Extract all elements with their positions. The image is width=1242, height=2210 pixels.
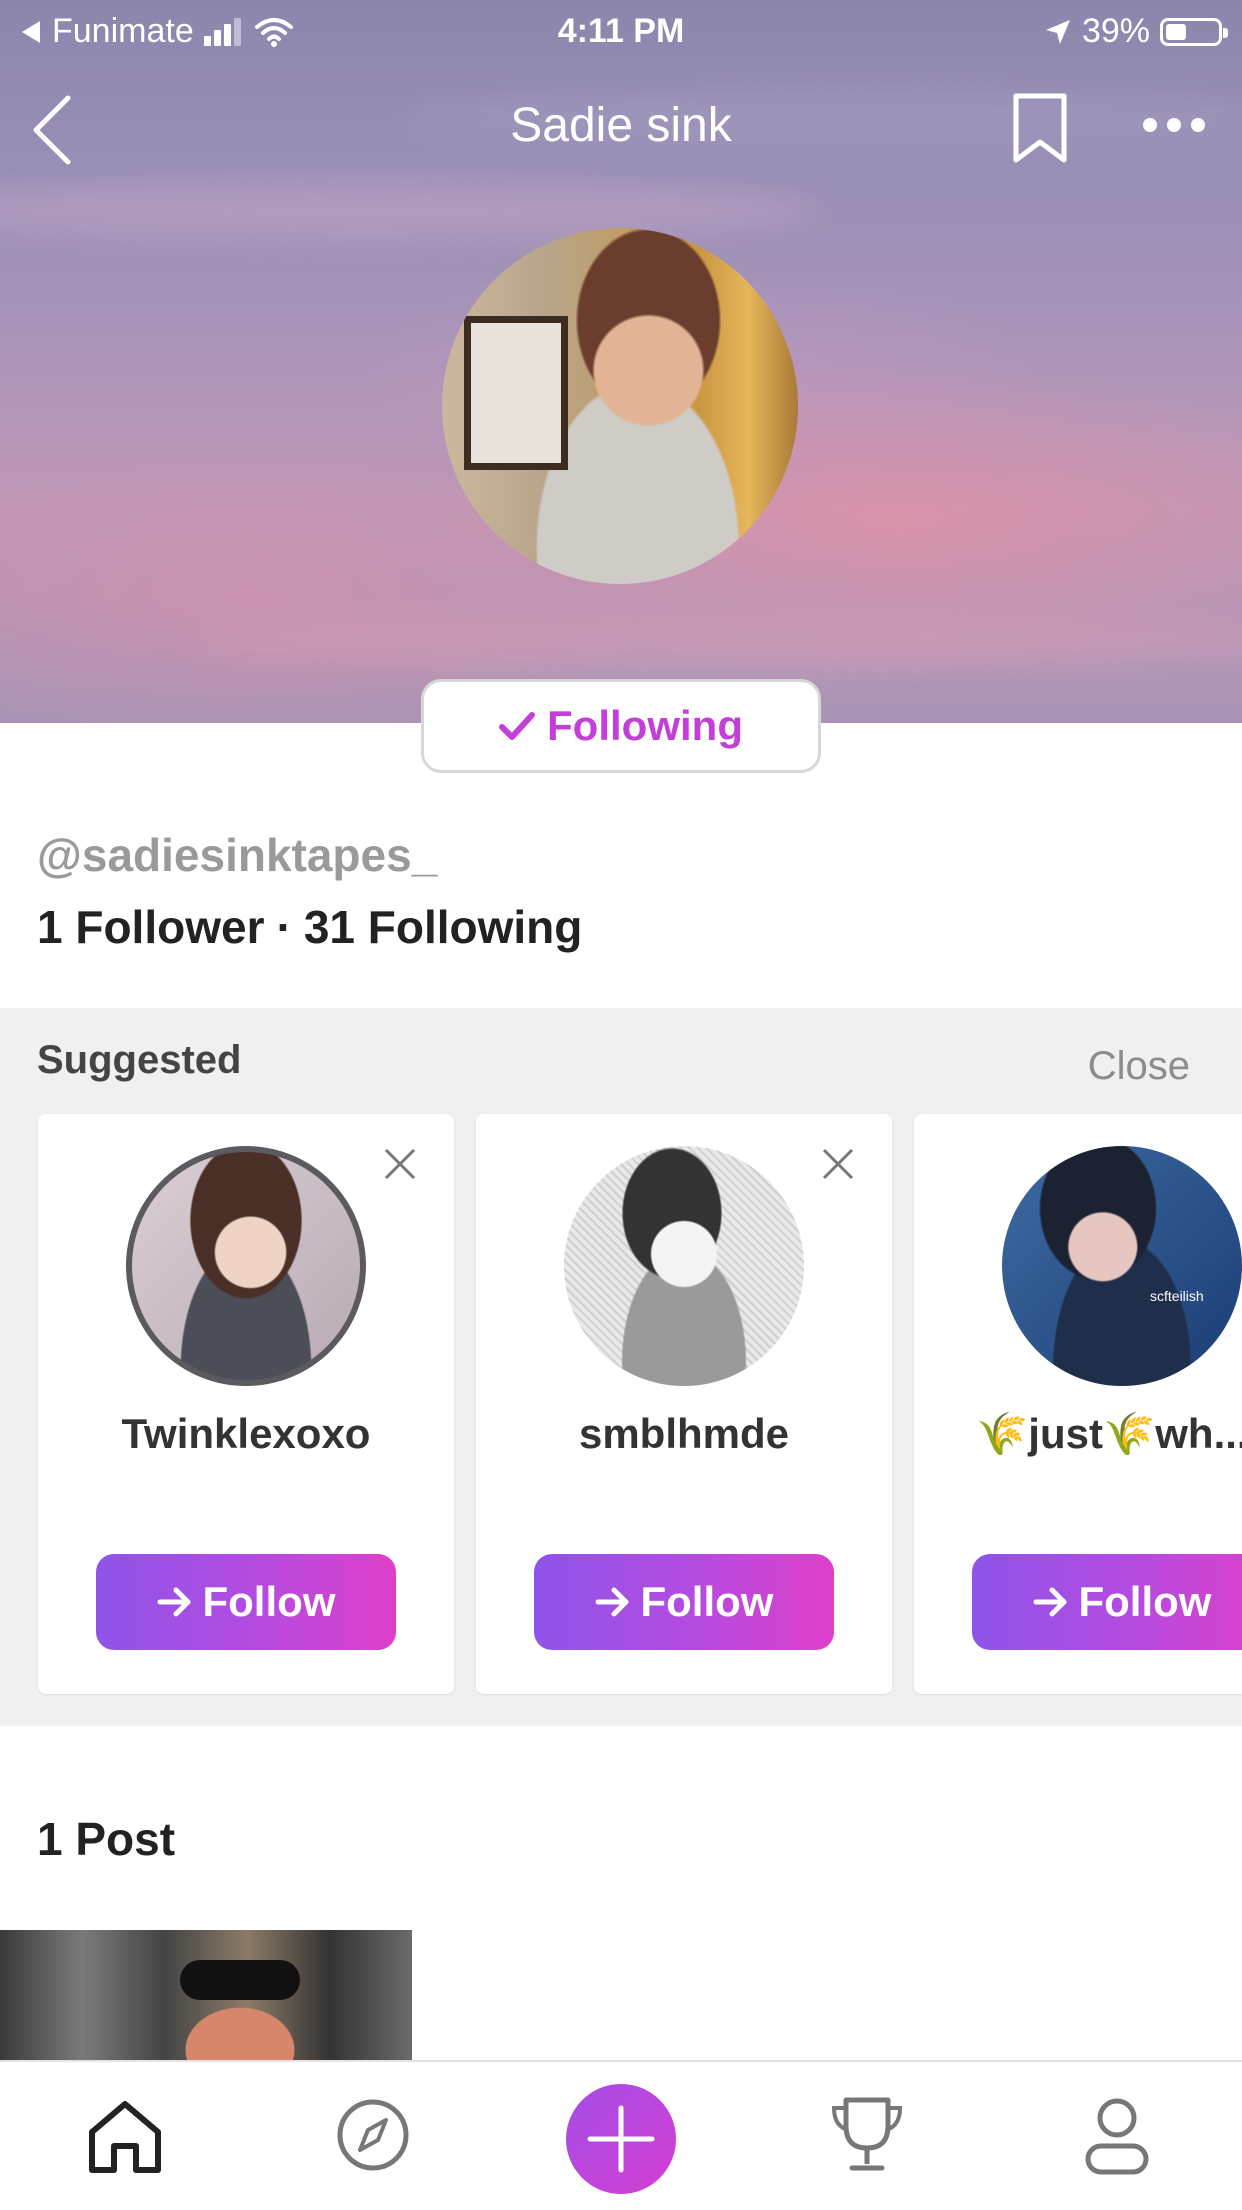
following-count[interactable]: 31 Following: [304, 900, 583, 954]
profile-avatar[interactable]: [442, 228, 798, 584]
follow-button[interactable]: Follow: [972, 1554, 1242, 1650]
arrow-right-icon: [157, 1587, 190, 1617]
create-icon: [587, 2105, 655, 2173]
battery-icon: [1160, 17, 1228, 46]
follow-counts: 1 Follower · 31 Following: [37, 900, 582, 954]
suggested-avatar[interactable]: [564, 1146, 804, 1386]
profile-icon[interactable]: [1072, 2090, 1162, 2180]
follow-label: Follow: [202, 1578, 336, 1625]
avatar-photo-detail: [464, 316, 568, 470]
post-thumbnail[interactable]: [0, 1930, 412, 2060]
cloud-streak: [0, 180, 820, 240]
follow-button[interactable]: Follow: [534, 1554, 834, 1650]
more-horizontal-icon[interactable]: [1142, 100, 1206, 150]
close-icon[interactable]: [382, 1146, 418, 1182]
suggested-card: smblhmde Follow: [476, 1114, 892, 1694]
suggested-close-button[interactable]: Close: [1088, 1044, 1190, 1089]
trophy-icon[interactable]: [822, 2090, 912, 2180]
suggested-card: Twinklexoxo Follow: [38, 1114, 454, 1694]
username-handle: @sadiesinktapes_: [37, 829, 438, 881]
battery-level: [1166, 23, 1186, 40]
following-button[interactable]: Following: [421, 679, 821, 773]
count-separator: ·: [276, 901, 292, 953]
arrow-right-icon: [1033, 1587, 1066, 1617]
followers-count[interactable]: 1 Follower: [37, 900, 264, 954]
bookmark-icon[interactable]: [1010, 92, 1070, 164]
home-icon[interactable]: [80, 2090, 170, 2180]
status-bar: Funimate 4:11 PM 39%: [0, 0, 1242, 62]
battery-percent: 39%: [1081, 12, 1150, 50]
cloud-streak: [200, 610, 1242, 670]
follow-label: Follow: [640, 1578, 774, 1625]
follow-button[interactable]: Follow: [96, 1554, 396, 1650]
close-icon[interactable]: [820, 1146, 856, 1182]
suggested-name[interactable]: Twinklexoxo: [38, 1410, 454, 1458]
posts-count-title: 1 Post: [37, 1813, 176, 1865]
status-right: 39%: [1044, 12, 1228, 51]
create-button[interactable]: [566, 2084, 676, 2194]
avatar-watermark: scfteilish: [1150, 1288, 1204, 1304]
arrow-right-icon: [595, 1587, 628, 1617]
location-arrow-icon: [1045, 19, 1070, 44]
thumbnail-detail: [180, 1960, 300, 2000]
checkmark-icon: [499, 712, 536, 740]
bottom-tab-bar: [0, 2060, 1242, 2210]
following-label: Following: [547, 702, 743, 749]
suggested-name[interactable]: smblhmde: [476, 1410, 892, 1458]
suggested-card: scfteilish 🌾just🌾wh... Follow: [914, 1114, 1242, 1694]
suggested-avatar[interactable]: scfteilish: [1002, 1146, 1242, 1386]
suggested-name[interactable]: 🌾just🌾wh...: [976, 1410, 1242, 1459]
suggested-title: Suggested: [37, 1038, 242, 1082]
follow-label: Follow: [1078, 1578, 1212, 1625]
explore-icon[interactable]: [328, 2090, 418, 2180]
suggested-avatar[interactable]: [126, 1146, 366, 1386]
